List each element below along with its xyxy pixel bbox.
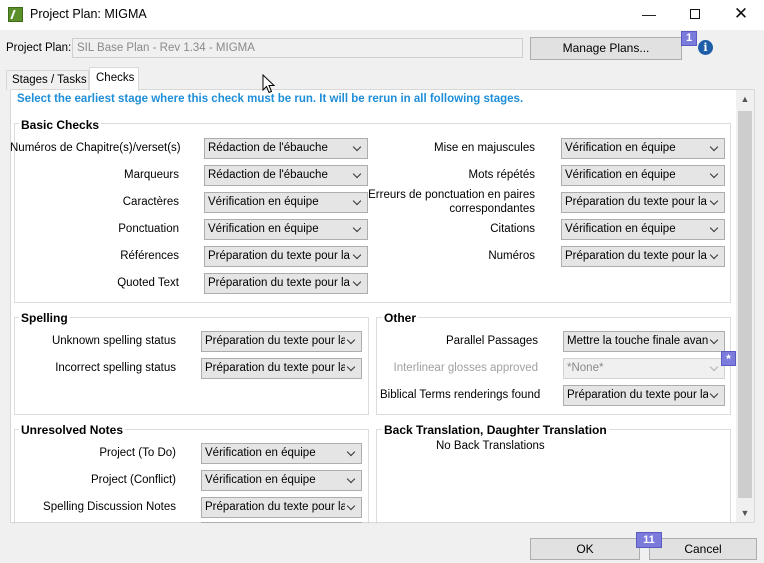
chevron-down-icon: [345, 444, 361, 463]
chevron-down-icon: [345, 471, 361, 490]
check-select-repeated-words[interactable]: Vérification en équipe: [561, 165, 725, 186]
check-label-characters: Caractères: [122, 196, 179, 208]
check-label-quoted-text: Quoted Text: [117, 277, 179, 289]
tab-checks[interactable]: Checks: [89, 67, 139, 91]
other-label-parallel-passages: Parallel Passages: [445, 335, 538, 347]
maximize-icon[interactable]: [672, 0, 718, 30]
scroll-thumb[interactable]: [738, 111, 752, 498]
step-badge-footer: 11: [636, 532, 662, 548]
check-select-references[interactable]: Préparation du texte pour la vé: [204, 246, 368, 267]
notes-select-todo[interactable]: Vérification en équipe: [201, 443, 362, 464]
chevron-down-icon: [708, 220, 724, 239]
project-plan-value: SIL Base Plan - Rev 1.34 - MIGMA: [77, 42, 255, 54]
spelling-title: Spelling: [19, 311, 70, 325]
check-label-punctuation: Ponctuation: [118, 223, 179, 235]
manage-plans-button[interactable]: Manage Plans...: [530, 37, 682, 60]
next-select-edge: [201, 522, 362, 523]
chevron-down-icon: [708, 247, 724, 266]
app-icon: [8, 7, 23, 22]
other-select-biblical-terms[interactable]: Préparation du texte pour la vé: [563, 385, 725, 406]
cancel-button[interactable]: Cancel: [649, 538, 757, 560]
asterisk-badge: *: [721, 351, 736, 366]
notes-label-todo: Project (To Do): [99, 447, 176, 459]
minimize-icon[interactable]: —: [626, 0, 672, 30]
other-label-biblical-terms: Biblical Terms renderings found: [380, 389, 541, 401]
tab-checks-label: Checks: [96, 72, 135, 84]
scroll-down-icon[interactable]: ▼: [736, 504, 754, 522]
tab-stages-tasks-label: Stages / Tasks: [12, 74, 87, 86]
notes-label-conflict: Project (Conflict): [91, 474, 176, 486]
check-label-paired-punctuation-line1: Erreurs de ponctuation en paires: [368, 189, 535, 201]
check-select-punctuation[interactable]: Vérification en équipe: [204, 219, 368, 240]
check-select-markers[interactable]: Rédaction de l'ébauche: [204, 165, 368, 186]
info-icon[interactable]: i: [698, 40, 713, 55]
notes-select-conflict[interactable]: Vérification en équipe: [201, 470, 362, 491]
back-translation-group: [376, 429, 731, 524]
instruction-text: Select the earliest stage where this che…: [17, 93, 524, 105]
check-select-characters[interactable]: Vérification en équipe: [204, 192, 368, 213]
chevron-down-icon: [345, 498, 361, 517]
check-label-capitalization: Mise en majuscules: [434, 142, 535, 154]
chevron-down-icon: [351, 220, 367, 239]
chevron-down-icon: [351, 139, 367, 158]
check-select-capitalization[interactable]: Vérification en équipe: [561, 138, 725, 159]
vertical-scrollbar[interactable]: ▲ ▼: [736, 90, 754, 522]
unresolved-notes-title: Unresolved Notes: [19, 423, 126, 437]
check-label-repeated-words: Mots répétés: [468, 169, 535, 181]
other-title: Other: [382, 311, 419, 325]
spelling-label-incorrect: Incorrect spelling status: [55, 362, 176, 374]
spelling-label-unknown: Unknown spelling status: [51, 335, 176, 347]
back-translation-title: Back Translation, Daughter Translation: [382, 423, 609, 437]
project-plan-window: Project Plan: MIGMA — ✕ Project Plan: SI…: [0, 0, 764, 563]
project-plan-label: Project Plan:: [6, 42, 72, 54]
mouse-cursor-icon: [262, 74, 276, 94]
check-select-numbers[interactable]: Préparation du texte pour la vé: [561, 246, 725, 267]
check-label-quotations: Citations: [490, 223, 535, 235]
chevron-down-icon: [708, 193, 724, 212]
check-select-paired-punctuation[interactable]: Préparation du texte pour la vé: [561, 192, 725, 213]
check-label-numbers: Numéros: [488, 250, 535, 262]
chevron-down-icon: [708, 166, 724, 185]
title-bar: Project Plan: MIGMA — ✕: [0, 0, 764, 30]
spelling-select-incorrect[interactable]: Préparation du texte pour la v: [201, 358, 362, 379]
chevron-down-icon: [708, 386, 724, 405]
check-label-markers: Marqueurs: [124, 169, 179, 181]
check-label-chapter-verse: Numéros de Chapitre(s)/verset(s): [10, 142, 181, 154]
project-plan-field: SIL Base Plan - Rev 1.34 - MIGMA: [72, 38, 523, 58]
check-label-references: Références: [120, 250, 179, 262]
check-label-paired-punctuation-line2: correspondantes: [449, 203, 535, 215]
window-title: Project Plan: MIGMA: [30, 7, 147, 21]
chevron-down-icon: [708, 139, 724, 158]
chevron-down-icon: [351, 274, 367, 293]
close-icon[interactable]: ✕: [718, 0, 764, 30]
other-select-interlinear: *None*: [563, 358, 725, 379]
no-back-translations-text: No Back Translations: [436, 440, 545, 452]
tab-stages-tasks[interactable]: Stages / Tasks: [6, 70, 89, 90]
chevron-down-icon: [345, 359, 361, 378]
chevron-down-icon: [708, 332, 724, 351]
chevron-down-icon: [351, 166, 367, 185]
basic-checks-title: Basic Checks: [19, 118, 102, 132]
check-select-chapter-verse[interactable]: Rédaction de l'ébauche: [204, 138, 368, 159]
check-select-quoted-text[interactable]: Préparation du texte pour la vé: [204, 273, 368, 294]
other-label-interlinear: Interlinear glosses approved: [393, 362, 538, 374]
check-select-quotations[interactable]: Vérification en équipe: [561, 219, 725, 240]
notes-label-spelling-discussion: Spelling Discussion Notes: [43, 501, 176, 513]
spelling-select-unknown[interactable]: Préparation du texte pour la v: [201, 331, 362, 352]
step-badge: 1: [681, 31, 697, 46]
scroll-up-icon[interactable]: ▲: [736, 90, 754, 108]
chevron-down-icon: [351, 247, 367, 266]
ok-button[interactable]: OK: [530, 538, 640, 560]
other-select-parallel-passages[interactable]: Mettre la touche finale avant: [563, 331, 725, 352]
notes-select-spelling-discussion[interactable]: Préparation du texte pour la v: [201, 497, 362, 518]
chevron-down-icon: [345, 332, 361, 351]
